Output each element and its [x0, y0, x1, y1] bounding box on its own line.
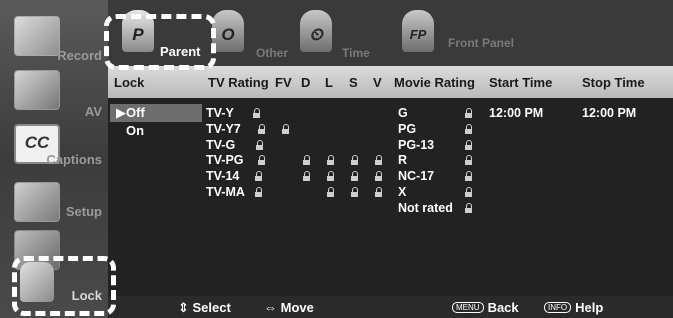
unlocked-icon[interactable] [255, 171, 263, 181]
stop-time-value[interactable]: 12:00 PM [582, 106, 636, 120]
lock-option-on[interactable]: On [110, 122, 202, 140]
header-s: S [349, 75, 358, 90]
tab-other[interactable]: O Other [212, 10, 292, 66]
header-movie-rating: Movie Rating [394, 75, 475, 90]
highlight-parent-tab [104, 14, 216, 70]
column-header: Lock TV Rating FV D L S V Movie Rating S… [108, 66, 673, 98]
sidebar-item-label: AV [84, 104, 102, 119]
setup-icon [14, 182, 60, 222]
tab-front-panel[interactable]: FP Front Panel [396, 10, 515, 66]
info-key-icon: INFO [544, 302, 572, 313]
header-v: V [373, 75, 382, 90]
movie-rating-item[interactable]: G [398, 106, 453, 122]
unlocked-icon[interactable] [256, 140, 264, 150]
record-icon [14, 16, 60, 56]
unlocked-icon[interactable] [327, 155, 335, 165]
header-tv-rating: TV Rating [208, 75, 269, 90]
tv-menu-screen: Record AV CC Captions Setup Lock P Paren… [0, 0, 673, 318]
header-start-time: Start Time [489, 75, 553, 90]
unlocked-icon[interactable] [465, 108, 473, 118]
movie-rating-item[interactable]: PG [398, 122, 453, 138]
movie-rating-item[interactable]: Not rated [398, 201, 453, 217]
lock-option-label: Off [126, 105, 145, 120]
left-right-arrows-icon: ⇔ [264, 300, 281, 315]
tv-rating-item[interactable]: TV-G [206, 138, 245, 154]
up-down-arrows-icon: ⇕ [178, 300, 193, 315]
unlocked-icon[interactable] [375, 171, 383, 181]
tv-rating-item[interactable]: TV-Y [206, 106, 245, 122]
move-hint: ⇔ Move [264, 300, 314, 315]
unlocked-icon[interactable] [255, 187, 263, 197]
back-label: Back [487, 300, 519, 315]
menu-key-icon: MENU [452, 302, 484, 313]
clock-lock-icon: ⏲ [300, 10, 332, 52]
unlocked-icon[interactable] [258, 124, 266, 134]
unlocked-icon[interactable] [465, 140, 473, 150]
tv-rating-item[interactable]: TV-MA [206, 185, 245, 201]
unlocked-icon[interactable] [465, 155, 473, 165]
movie-rating-item[interactable]: PG-13 [398, 138, 453, 154]
unlocked-icon[interactable] [375, 187, 383, 197]
tv-rating-item[interactable]: TV-PG [206, 153, 245, 169]
unlocked-icon[interactable] [465, 124, 473, 134]
lock-option-label: On [126, 123, 145, 138]
move-label: Move [280, 300, 314, 315]
movie-rating-item[interactable]: R [398, 153, 453, 169]
help-label: Help [575, 300, 604, 315]
help-hint: INFO Help [544, 300, 603, 315]
selection-arrow-icon: ▶ [116, 105, 126, 120]
av-icon [14, 70, 60, 110]
unlocked-icon[interactable] [375, 155, 383, 165]
header-d: D [301, 75, 311, 90]
unlocked-icon[interactable] [351, 155, 359, 165]
unlocked-icon[interactable] [351, 187, 359, 197]
footer-help-bar: ⇕ Select ⇔ Move MENU Back INFO Help [108, 296, 673, 318]
tab-time[interactable]: ⏲ Time [294, 10, 384, 66]
sidebar-item-label: Record [57, 48, 102, 63]
header-fv: FV [275, 75, 292, 90]
lock-settings-panel: Lock TV Rating FV D L S V Movie Rating S… [108, 66, 673, 296]
tv-rating-list: TV-Y TV-Y7 TV-G TV-PG TV-14 TV-MA [206, 106, 245, 201]
movie-rating-item[interactable]: X [398, 185, 453, 201]
unlocked-icon[interactable] [303, 155, 311, 165]
tab-label: Time [342, 46, 370, 60]
lock-option-off[interactable]: ▶Off [110, 104, 202, 122]
select-hint: ⇕ Select [178, 300, 231, 316]
unlocked-icon[interactable] [253, 108, 261, 118]
other-lock-icon: O [212, 10, 244, 52]
unlocked-icon[interactable] [303, 171, 311, 181]
tv-rating-item[interactable]: TV-14 [206, 169, 245, 185]
unlocked-icon[interactable] [258, 155, 266, 165]
header-lock: Lock [114, 75, 145, 90]
sidebar-item-record[interactable]: Record [0, 10, 108, 70]
unlocked-icon[interactable] [282, 124, 290, 134]
movie-rating-item[interactable]: NC-17 [398, 169, 453, 185]
unlocked-icon[interactable] [465, 187, 473, 197]
lock-options: ▶Off On [110, 104, 202, 140]
unlocked-icon[interactable] [465, 203, 473, 213]
movie-rating-list: G PG PG-13 R NC-17 X Not rated [398, 106, 453, 217]
tab-label: Other [256, 46, 289, 60]
header-stop-time: Stop Time [582, 75, 645, 90]
unlocked-icon[interactable] [327, 171, 335, 181]
unlocked-icon[interactable] [465, 171, 473, 181]
tv-rating-item[interactable]: TV-Y7 [206, 122, 245, 138]
start-time-value[interactable]: 12:00 PM [489, 106, 543, 120]
sidebar-item-captions[interactable]: CC Captions [0, 118, 108, 178]
sidebar-item-label: Setup [65, 204, 102, 219]
sidebar-item-av[interactable]: AV [0, 64, 108, 124]
front-panel-lock-icon: FP [402, 10, 434, 52]
highlight-lock-item [12, 256, 116, 316]
unlocked-icon[interactable] [327, 187, 335, 197]
sidebar-item-label: Captions [46, 152, 102, 167]
back-hint: MENU Back [452, 300, 519, 315]
select-label: Select [192, 300, 231, 315]
tab-label: Front Panel [448, 36, 515, 50]
unlocked-icon[interactable] [351, 171, 359, 181]
header-l: L [325, 75, 333, 90]
